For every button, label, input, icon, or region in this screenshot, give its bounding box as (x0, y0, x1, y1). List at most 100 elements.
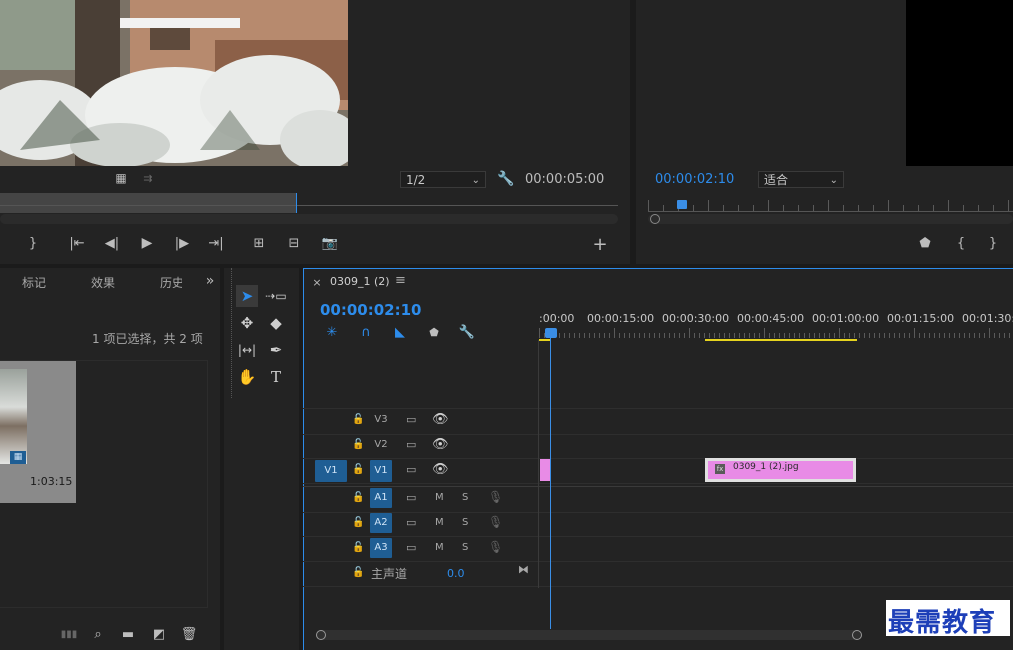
watermark-text: 最需教育 (888, 608, 997, 638)
watermark-logo: 最需教育 (886, 600, 1010, 638)
sequence-badge-icon: ▦ (10, 451, 26, 464)
folder-icon[interactable]: ▬ (120, 626, 136, 642)
overwrite-icon[interactable]: ⊟ (284, 234, 304, 252)
source-scrub-bar[interactable] (0, 193, 618, 213)
eye-icon[interactable]: 👁 (432, 437, 449, 452)
lock-icon[interactable]: 🔓 (352, 567, 364, 578)
insert-icon[interactable]: ⊞ (249, 234, 269, 252)
tab-effects[interactable]: 效果 (91, 274, 115, 291)
razor-tool-icon[interactable]: ◆ (265, 312, 287, 334)
lock-icon[interactable]: 🔓 (352, 517, 364, 528)
solo-button[interactable]: S (462, 542, 468, 553)
track-target-a1[interactable]: A1 (370, 488, 392, 508)
mute-button[interactable]: M (435, 517, 444, 528)
sync-lock-icon[interactable]: ▭ (406, 516, 416, 529)
slip-tool-icon[interactable]: |↔| (236, 339, 258, 361)
timeline-zoom-scrollbar[interactable] (316, 630, 862, 640)
program-ruler[interactable] (648, 198, 1013, 212)
go-to-next-edit-icon[interactable]: ⧓ (518, 563, 529, 576)
microphone-icon[interactable]: 🎙 (488, 540, 503, 554)
track-target-a3[interactable]: A3 (370, 538, 392, 558)
lock-icon[interactable]: 🔓 (352, 464, 364, 475)
lock-icon[interactable]: 🔓 (352, 492, 364, 503)
mute-button[interactable]: M (435, 542, 444, 553)
selection-tool-icon[interactable]: ➤ (236, 285, 258, 307)
panel-overflow-icon[interactable]: » (201, 272, 219, 290)
add-button-icon[interactable]: + (591, 234, 609, 255)
step-back-icon[interactable]: ◀| (103, 234, 121, 252)
sync-lock-icon[interactable]: ▭ (406, 491, 416, 504)
tab-history[interactable]: 历史 (160, 274, 182, 291)
eye-icon[interactable]: 👁 (432, 412, 449, 427)
go-to-in-icon[interactable]: |⇤ (68, 234, 86, 252)
program-zoom-scrollbar[interactable] (648, 214, 1013, 224)
source-patch-v1[interactable]: V1 (315, 460, 347, 482)
solo-button[interactable]: S (462, 492, 468, 503)
clip-thumbnail-card[interactable]: ▦ 1:03:15 (0, 361, 76, 503)
list-view-icon[interactable]: ▮▮▮ (60, 626, 78, 642)
new-item-icon[interactable]: ◩ (151, 626, 167, 642)
snap-magnet-icon[interactable]: ∩ (358, 324, 374, 340)
add-marker-icon[interactable]: ⬟ (918, 234, 932, 252)
sync-lock-icon[interactable]: ▭ (406, 463, 416, 476)
lock-icon[interactable]: 🔓 (352, 542, 364, 553)
source-zoom-select[interactable]: 1/2 ⌄ (400, 171, 486, 188)
trash-icon[interactable]: 🗑 (181, 626, 198, 642)
mute-button[interactable]: M (435, 492, 444, 503)
microphone-icon[interactable]: 🎙 (488, 515, 503, 529)
tab-markers[interactable]: 标记 (22, 274, 46, 291)
lock-icon[interactable]: 🔓 (352, 439, 364, 450)
add-marker-icon[interactable]: ⬟ (427, 324, 441, 340)
sync-lock-icon[interactable]: ▭ (406, 438, 416, 451)
type-tool-icon[interactable]: T (265, 366, 287, 388)
mark-out-icon[interactable]: } (26, 234, 40, 252)
wrench-icon[interactable]: 🔧 (497, 170, 515, 188)
scrollbar-handle-right[interactable] (852, 630, 862, 640)
camera-icon[interactable]: 📷 (320, 234, 340, 252)
work-area-bar[interactable] (705, 339, 857, 341)
clip-start-marker[interactable] (540, 459, 550, 481)
scrollbar-handle[interactable] (650, 214, 660, 224)
close-icon[interactable]: × (311, 275, 323, 289)
ripple-edit-tool-icon[interactable]: ✥ (236, 312, 258, 334)
program-fit-select[interactable]: 适合 ⌄ (758, 171, 844, 188)
microphone-icon[interactable]: 🎙 (488, 490, 503, 504)
play-icon[interactable]: ▶ (138, 234, 156, 252)
nest-icon[interactable]: ✳ (324, 324, 340, 340)
lock-icon[interactable]: 🔓 (352, 414, 364, 425)
source-timecode: 00:00:05:00 (525, 172, 605, 187)
sync-lock-icon[interactable]: ▭ (406, 413, 416, 426)
timeline-settings-wrench-icon[interactable]: 🔧 (459, 324, 475, 340)
timeline-timecode: 00:00:02:10 (320, 301, 422, 319)
drag-audio-only-icon[interactable]: ⇉ (140, 170, 156, 186)
track-select-tool-icon[interactable]: ⇢▭ (265, 285, 287, 307)
chevron-down-icon: ⌄ (471, 175, 480, 186)
pen-tool-icon[interactable]: ✒ (265, 339, 287, 361)
project-panel: 标记 效果 历史 » 1 项已选择，共 2 项 ▦ 1:03:15 ▮▮▮ ⌕ … (0, 268, 220, 650)
track-target-v1[interactable]: V1 (370, 460, 392, 482)
go-to-out-icon[interactable]: ⇥| (206, 234, 226, 252)
mark-in-icon[interactable]: { (954, 234, 968, 252)
hand-tool-icon[interactable]: ✋ (236, 366, 258, 388)
step-forward-icon[interactable]: |▶ (173, 234, 191, 252)
timeline-ruler[interactable]: :00:00 00:00:15:00 00:00:30:00 00:00:45:… (539, 308, 1013, 344)
program-playhead[interactable] (677, 200, 687, 209)
drag-video-only-icon[interactable]: ▦ (113, 170, 129, 186)
sequence-tab[interactable]: 0309_1 (2) (330, 275, 390, 288)
ruler-label: :00:00 (539, 312, 575, 325)
sync-lock-icon[interactable]: ▭ (406, 541, 416, 554)
track-target-a2[interactable]: A2 (370, 513, 392, 533)
timeline-clip[interactable]: fx 0309_1 (2).jpg (705, 458, 856, 482)
track-label-v3: V3 (374, 414, 388, 425)
solo-button[interactable]: S (462, 517, 468, 528)
mark-out-icon[interactable]: } (986, 234, 1000, 252)
panel-menu-icon[interactable]: ≡ (395, 273, 406, 288)
search-icon[interactable]: ⌕ (90, 626, 106, 642)
timeline-playhead[interactable] (545, 328, 557, 338)
eye-icon[interactable]: 👁 (432, 462, 449, 477)
ruler-label: 00:01:30:0 (962, 312, 1013, 325)
master-volume-value[interactable]: 0.0 (447, 567, 465, 580)
scrollbar-handle-left[interactable] (316, 630, 326, 640)
linked-selection-icon[interactable]: ◣ (392, 324, 408, 340)
source-zoom-scrollbar[interactable] (0, 214, 618, 224)
